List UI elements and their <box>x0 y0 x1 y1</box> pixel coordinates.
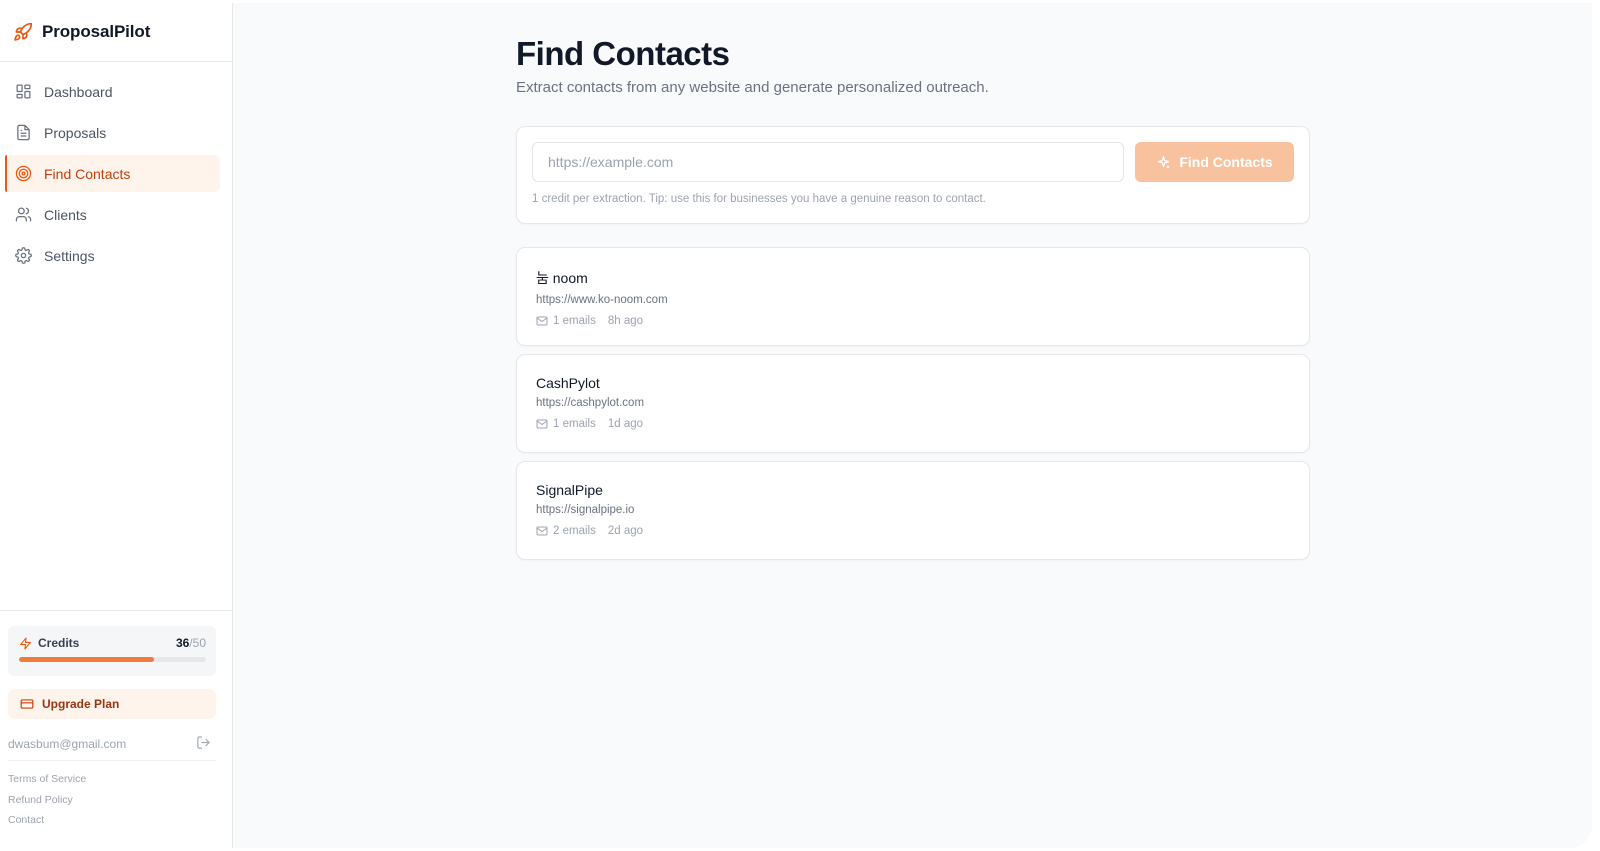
sidebar-item-label: Clients <box>44 206 87 223</box>
result-card[interactable]: 눔 noom https://www.ko-noom.com 1 emails … <box>516 247 1310 346</box>
window-edge <box>1592 0 1600 851</box>
credits-label: Credits <box>38 636 80 650</box>
sidebar-item-proposals[interactable]: Proposals <box>5 114 220 151</box>
sidebar-item-label: Dashboard <box>44 83 113 100</box>
mail-icon <box>536 419 548 429</box>
result-time: 8h ago <box>607 315 644 327</box>
result-time: 2d ago <box>607 525 644 537</box>
sidebar-item-clients[interactable]: Clients <box>5 196 220 233</box>
mail-icon <box>536 316 548 326</box>
result-url: https://signalpipe.io <box>536 504 635 516</box>
sidebar-item-dashboard[interactable]: Dashboard <box>5 73 220 110</box>
url-input[interactable] <box>532 142 1124 182</box>
results-list: 눔 noom https://www.ko-noom.com 1 emails … <box>516 247 1310 560</box>
mail-icon <box>536 526 548 536</box>
result-email-count: 1 emails <box>553 418 596 430</box>
credits-panel: Credits 36/50 <box>8 626 216 676</box>
upgrade-plan-button[interactable]: Upgrade Plan <box>8 689 216 719</box>
contact-link[interactable]: Contact <box>8 814 216 835</box>
target-icon <box>15 165 32 182</box>
result-url: https://cashpylot.com <box>536 397 645 409</box>
users-icon <box>15 206 32 223</box>
result-email-count: 1 emails <box>553 315 596 327</box>
credit-card-icon <box>20 699 34 709</box>
credits-progress-bar <box>19 657 206 662</box>
page-subtitle: Extract contacts from any website and ge… <box>516 79 989 96</box>
sidebar-item-label: Proposals <box>44 124 107 141</box>
sidebar-item-find-contacts[interactable]: Find Contacts <box>5 155 220 192</box>
result-time: 1d ago <box>607 418 644 430</box>
main-content: Find Contacts Extract contacts from any … <box>233 3 1592 848</box>
sparkle-icon <box>1158 155 1170 168</box>
sidebar-item-label: Find Contacts <box>44 165 131 182</box>
result-name: SignalPipe <box>536 482 603 498</box>
page-title: Find Contacts <box>516 35 730 72</box>
sidebar-item-settings[interactable]: Settings <box>5 237 220 274</box>
result-name: CashPylot <box>536 375 600 391</box>
result-card[interactable]: CashPylot https://cashpylot.com 1 emails… <box>516 354 1310 453</box>
find-contacts-button[interactable]: Find Contacts <box>1135 142 1294 182</box>
app-window: ProposalPilot Dashboard Proposals Find C… <box>0 3 1592 848</box>
logout-icon[interactable] <box>196 735 211 753</box>
sidebar-item-label: Settings <box>44 247 95 264</box>
rocket-icon <box>13 22 33 42</box>
sidebar-footer: Credits 36/50 Upgrade Plan dwasbum@gmail… <box>0 610 232 835</box>
refund-policy-link[interactable]: Refund Policy <box>8 794 216 815</box>
find-contacts-button-label: Find Contacts <box>1179 154 1273 170</box>
search-tip: 1 credit per extraction. Tip: use this f… <box>532 193 986 205</box>
result-email-count: 2 emails <box>553 525 596 537</box>
credits-progress-fill <box>19 657 154 662</box>
upgrade-label: Upgrade Plan <box>42 697 120 711</box>
credits-count: 36/50 <box>175 636 206 650</box>
search-card: Find Contacts 1 credit per extraction. T… <box>516 126 1310 224</box>
result-card[interactable]: SignalPipe https://signalpipe.io 2 email… <box>516 461 1310 560</box>
dashboard-icon <box>15 83 32 100</box>
sidebar-nav: Dashboard Proposals Find Contacts Client… <box>0 62 232 274</box>
lightning-icon <box>20 637 31 649</box>
result-name: 눔 noom <box>536 270 588 286</box>
user-row: dwasbum@gmail.com <box>8 728 216 761</box>
footer-links: Terms of Service Refund Policy Contact <box>8 761 216 835</box>
brand-name: ProposalPilot <box>42 22 151 41</box>
result-url: https://www.ko-noom.com <box>536 294 668 306</box>
sidebar: ProposalPilot Dashboard Proposals Find C… <box>0 3 233 848</box>
user-email: dwasbum@gmail.com <box>8 737 127 751</box>
terms-link[interactable]: Terms of Service <box>8 773 216 794</box>
brand[interactable]: ProposalPilot <box>0 3 232 62</box>
gear-icon <box>15 247 32 264</box>
document-icon <box>15 124 32 141</box>
